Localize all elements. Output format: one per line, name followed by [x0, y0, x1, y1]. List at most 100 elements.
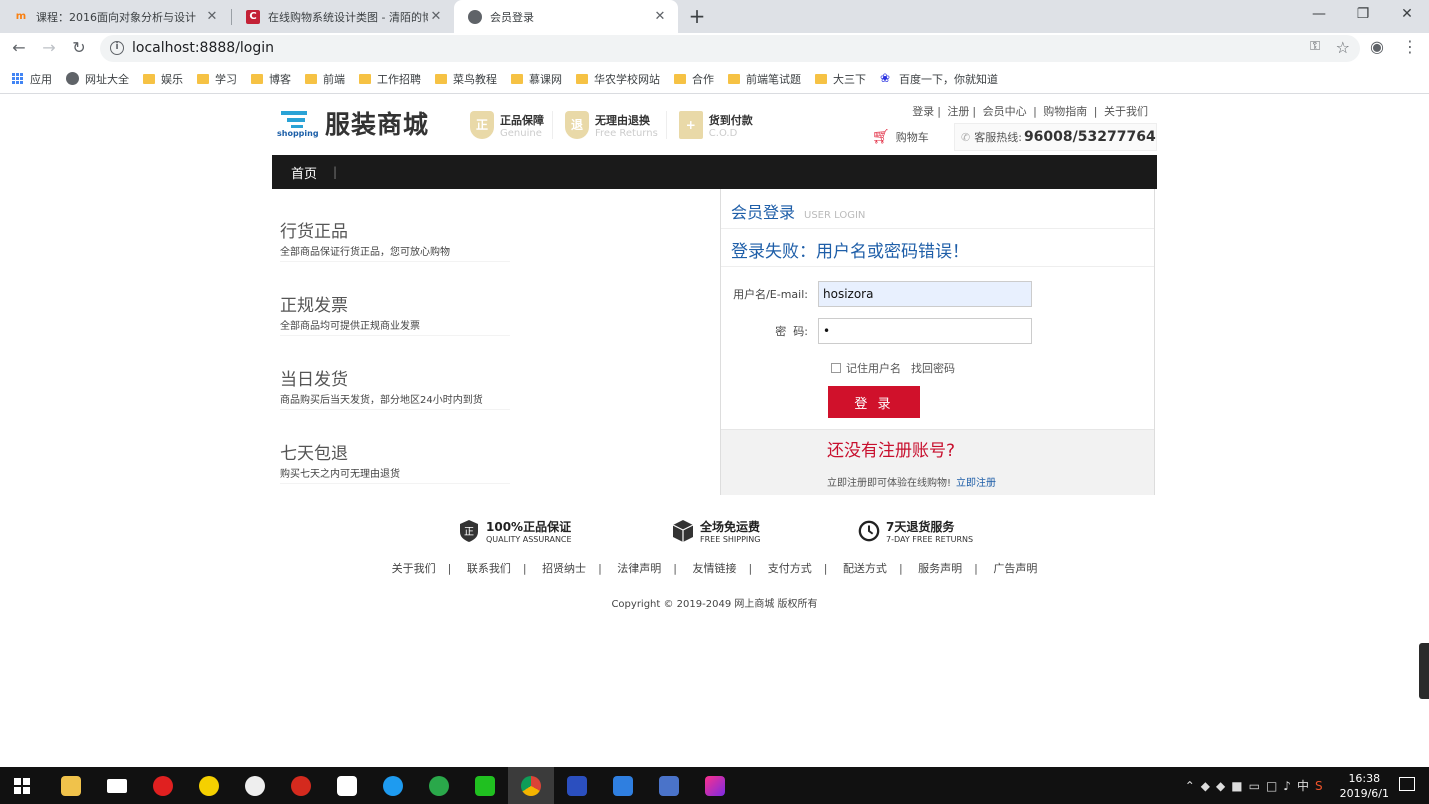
intellij-icon[interactable] — [701, 772, 729, 800]
bookmark-star-icon[interactable]: ☆ — [1336, 38, 1350, 57]
url-text[interactable]: localhost:8888/login — [132, 40, 274, 56]
login-error-message: 登录失败：用户名或密码错误！ — [721, 229, 1154, 267]
remember-checkbox[interactable] — [831, 363, 841, 373]
bookmark-item[interactable]: 网址大全 — [66, 71, 129, 87]
cart-link[interactable]: 🛒︎ 购物车 — [872, 129, 929, 145]
browser-tab-login[interactable]: 会员登录 ✕ — [454, 0, 678, 33]
cloud-app-icon[interactable] — [333, 772, 361, 800]
network-icon[interactable]: ◆ — [1201, 779, 1210, 793]
file-explorer-icon[interactable] — [57, 772, 85, 800]
display-icon[interactable]: □ — [1266, 779, 1277, 793]
service-title: 100%正品保证 — [486, 520, 572, 534]
messenger-icon[interactable] — [379, 772, 407, 800]
profile-icon[interactable]: ◉ — [1370, 37, 1384, 56]
qq-icon[interactable] — [195, 772, 223, 800]
bookmark-baidu[interactable]: ❀ 百度一下，你就知道 — [880, 71, 998, 87]
folder-icon — [305, 73, 317, 84]
side-drawer-handle[interactable] — [1419, 643, 1429, 699]
bookmark-folder[interactable]: 华农学校网站 — [576, 71, 660, 87]
vscode-icon[interactable] — [655, 772, 683, 800]
link-register[interactable]: 注册 — [947, 105, 969, 118]
system-clock[interactable]: 16:38 2019/6/1 — [1340, 771, 1389, 801]
sogou-icon[interactable]: S — [1315, 779, 1323, 793]
footer-link[interactable]: 配送方式 — [843, 562, 887, 575]
close-icon[interactable]: ✕ — [204, 9, 220, 24]
username-input[interactable] — [818, 281, 1032, 307]
iqiyi-icon[interactable] — [471, 772, 499, 800]
bookmark-folder[interactable]: 慕课网 — [511, 71, 562, 87]
mail-icon[interactable] — [103, 772, 131, 800]
bookmark-folder[interactable]: 工作招聘 — [359, 71, 421, 87]
key-icon[interactable]: ⚿ — [1310, 39, 1320, 54]
info-icon[interactable]: i — [110, 41, 124, 55]
badge-subtitle: C.O.D — [708, 127, 738, 139]
footer-link[interactable]: 关于我们 — [392, 562, 436, 575]
phone-app-icon[interactable] — [425, 772, 453, 800]
footer-link[interactable]: 服务声明 — [918, 562, 962, 575]
chevron-up-icon[interactable]: ⌃ — [1185, 779, 1195, 793]
bookmark-folder[interactable]: 学习 — [197, 71, 237, 87]
bookmark-label: 娱乐 — [161, 72, 183, 86]
volume-icon[interactable]: ♪ — [1283, 779, 1291, 793]
register-link[interactable]: 立即注册 — [956, 478, 996, 489]
bookmark-apps[interactable]: 应用 — [12, 71, 52, 87]
footer-link[interactable]: 支付方式 — [768, 562, 812, 575]
no-account-heading: 还没有注册账号? — [827, 441, 956, 461]
bookmark-label: 百度一下，你就知道 — [899, 72, 998, 86]
hotline-label: 客服热线: — [974, 131, 1022, 144]
link-login[interactable]: 登录 — [912, 105, 934, 118]
link-shopping-guide[interactable]: 购物指南 — [1043, 105, 1087, 118]
ruby-app-icon[interactable] — [287, 772, 315, 800]
address-bar[interactable]: i localhost:8888/login ⚿ ☆ — [100, 35, 1360, 62]
minimize-icon[interactable]: — — [1297, 0, 1341, 30]
netease-music-icon[interactable] — [149, 772, 177, 800]
promise-subtitle: 全部商品均可提供正规商业发票 — [280, 317, 510, 336]
bookmark-folder[interactable]: 菜鸟教程 — [435, 71, 497, 87]
restore-icon[interactable]: ❐ — [1341, 0, 1385, 30]
bookmark-folder[interactable]: 娱乐 — [143, 71, 183, 87]
chrome-icon[interactable] — [517, 772, 545, 800]
footer-link[interactable]: 联系我们 — [467, 562, 511, 575]
menu-kebab-icon[interactable]: ⋮ — [1402, 37, 1418, 56]
bookmark-folder[interactable]: 前端 — [305, 71, 345, 87]
forgot-password-link[interactable]: 找回密码 — [911, 360, 955, 376]
remember-label[interactable]: 记住用户名 — [846, 360, 901, 376]
battery-icon[interactable]: ▭ — [1249, 779, 1260, 793]
nav-home[interactable]: 首页 — [291, 163, 317, 182]
footer-link[interactable]: 友情链接 — [693, 562, 737, 575]
bookmark-folder[interactable]: 合作 — [674, 71, 714, 87]
logo-caption: shopping — [277, 129, 319, 138]
bookmark-folder[interactable]: 大三下 — [815, 71, 866, 87]
site-logo[interactable]: shopping 服装商城 — [277, 105, 429, 141]
ime-indicator[interactable]: 中 — [1297, 777, 1309, 794]
bookmark-folder[interactable]: 博客 — [251, 71, 291, 87]
nav-separator: | — [333, 165, 338, 179]
browser-tab-course[interactable]: m 课程：2016面向对象分析与设计 ✕ — [0, 0, 230, 33]
remember-row: 记住用户名 找回密码 — [831, 360, 955, 376]
notification-center-icon[interactable] — [1399, 777, 1415, 791]
footer-link[interactable]: 广告声明 — [993, 562, 1037, 575]
login-button[interactable]: 登 录 — [828, 386, 920, 418]
wechat-icon[interactable] — [241, 772, 269, 800]
security-icon[interactable]: ◆ — [1216, 779, 1225, 793]
bookmark-folder[interactable]: 前端笔试题 — [728, 71, 801, 87]
badge-title: 货到付款 — [708, 113, 753, 127]
browser-tab-csdn[interactable]: C 在线购物系统设计类图 - 清陌的博 ✕ — [232, 0, 454, 33]
footer-link[interactable]: 招贤纳士 — [542, 562, 586, 575]
link-about[interactable]: 关于我们 — [1104, 105, 1148, 118]
close-icon[interactable]: ✕ — [428, 9, 444, 24]
link-member-center[interactable]: 会员中心 — [983, 105, 1027, 118]
service-returns: 7天退货服务 7-DAY FREE RETURNS — [858, 518, 973, 544]
star-app-icon[interactable] — [563, 772, 591, 800]
new-tab-button[interactable]: + — [686, 5, 708, 27]
shield-app-icon[interactable] — [609, 772, 637, 800]
usb-icon[interactable]: ■ — [1231, 779, 1242, 793]
close-window-icon[interactable]: ✕ — [1385, 0, 1429, 30]
close-icon[interactable]: ✕ — [652, 9, 668, 24]
back-arrow-icon[interactable]: ← — [8, 37, 30, 59]
reload-icon[interactable]: ↻ — [68, 37, 90, 59]
password-input[interactable] — [818, 318, 1032, 344]
footer-link[interactable]: 法律声明 — [617, 562, 661, 575]
windows-start-icon[interactable] — [8, 772, 36, 800]
forward-arrow-icon[interactable]: → — [38, 37, 60, 59]
